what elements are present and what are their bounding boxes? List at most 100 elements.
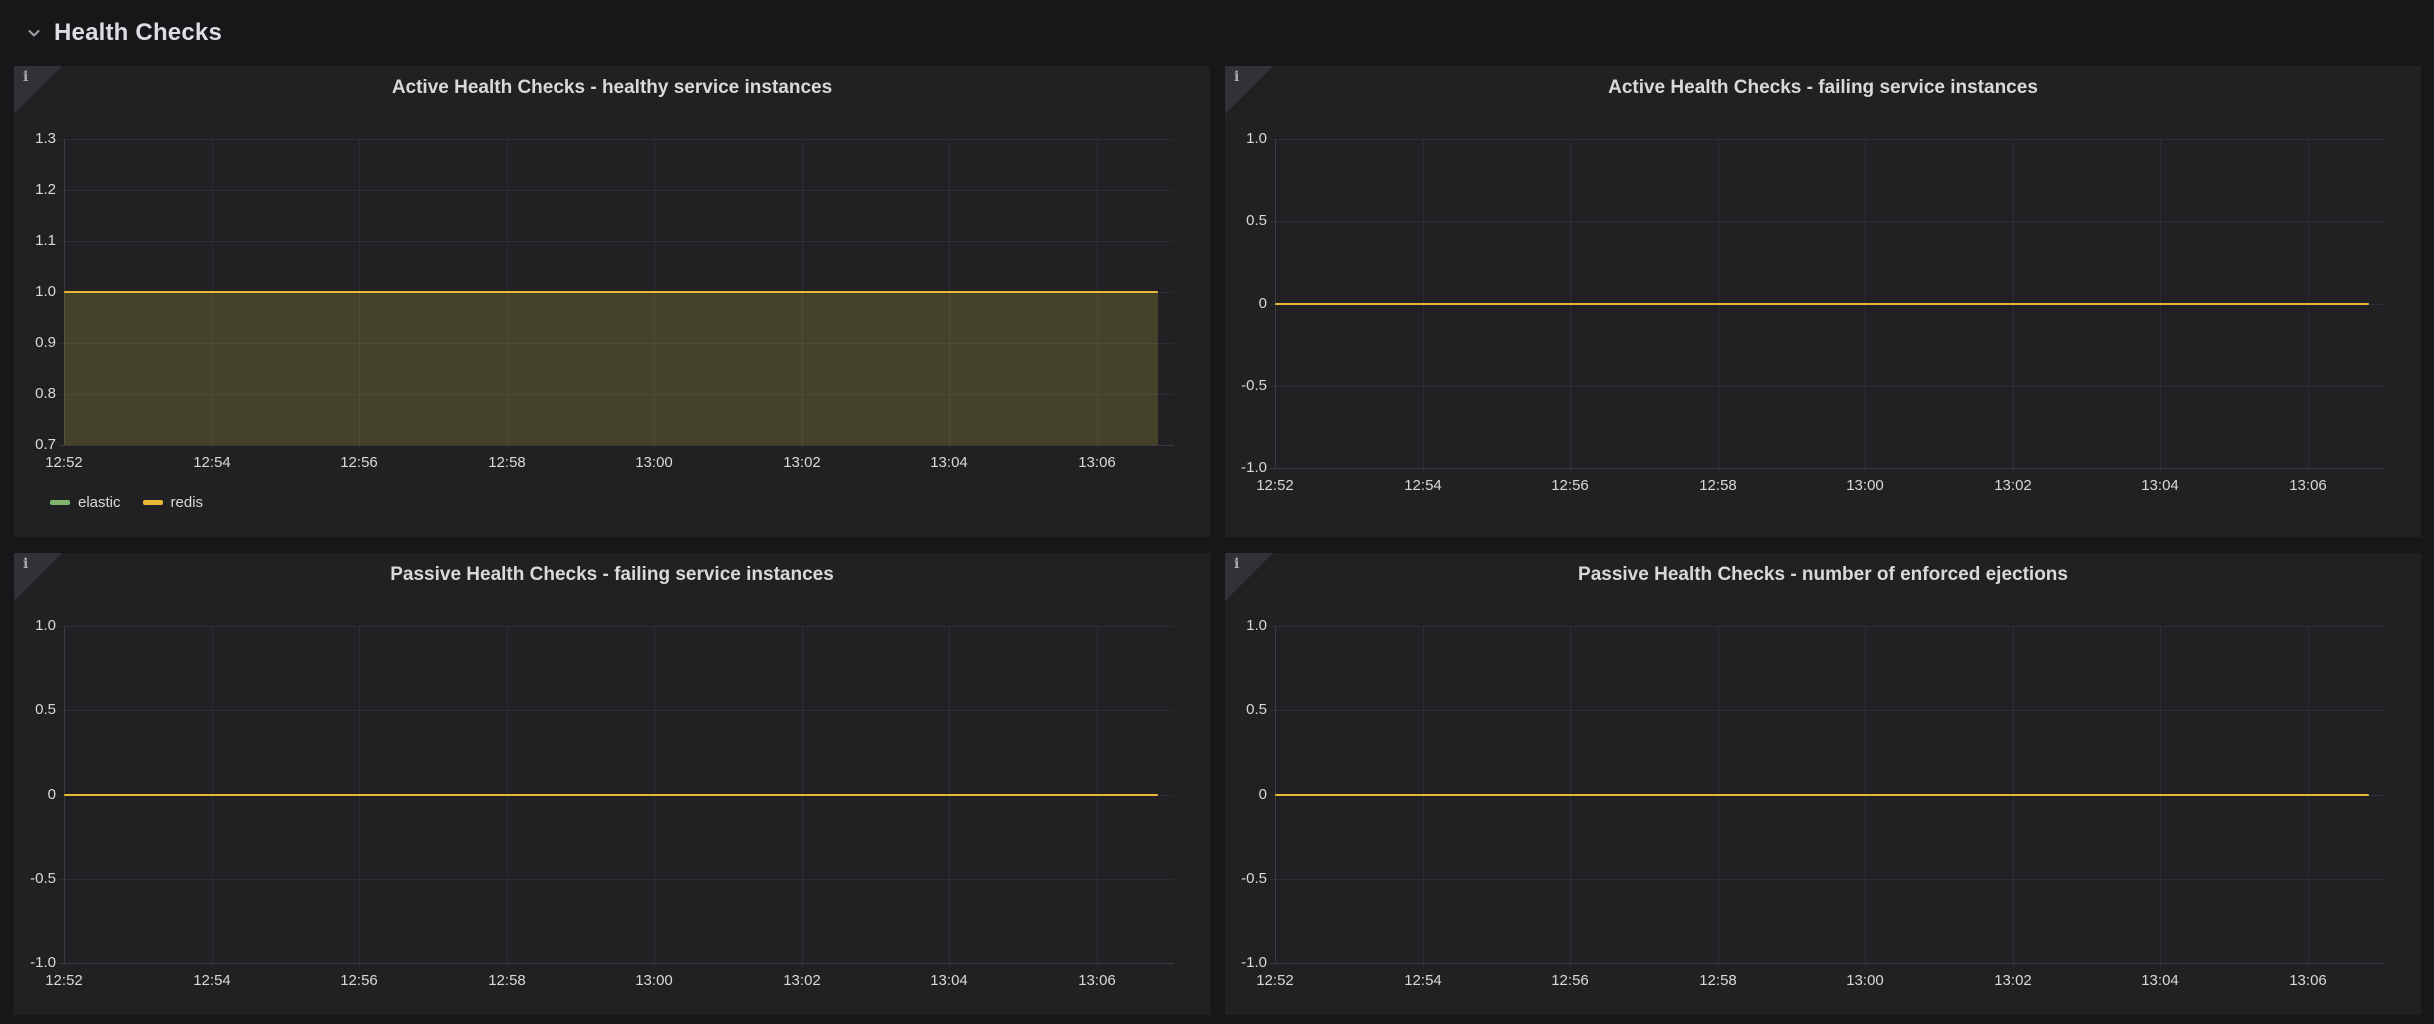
gridline xyxy=(1570,139,1571,472)
y-tick-label: -1.0 xyxy=(1225,955,1267,971)
y-tick-label: 1.0 xyxy=(1225,618,1267,634)
gridline xyxy=(1270,221,2385,222)
x-tick-label: 12:58 xyxy=(1688,972,1748,989)
gridline xyxy=(59,710,1174,711)
series-line-redis xyxy=(64,291,1158,293)
info-icon: i xyxy=(23,556,28,572)
y-tick-label: 0.5 xyxy=(14,702,56,718)
legend-label: elastic xyxy=(78,494,121,511)
axis-bottom-line xyxy=(59,963,1174,964)
y-tick-label: 0.5 xyxy=(1225,702,1267,718)
x-tick-label: 13:00 xyxy=(624,454,684,471)
gridline xyxy=(507,626,508,967)
gridline xyxy=(1570,626,1571,967)
series-line xyxy=(1275,794,2369,796)
x-tick-label: 12:52 xyxy=(34,454,94,471)
gridline xyxy=(802,626,803,967)
gridline xyxy=(2160,139,2161,472)
info-icon: i xyxy=(1234,69,1239,85)
x-tick-label: 12:56 xyxy=(1540,477,1600,494)
panel-passive-ejections[interactable]: i Passive Health Checks - number of enfor… xyxy=(1225,553,2421,1015)
x-tick-label: 12:54 xyxy=(1393,972,1453,989)
x-tick-label: 13:02 xyxy=(1983,972,2043,989)
panel-title[interactable]: Active Health Checks - healthy service i… xyxy=(74,77,1150,99)
x-tick-label: 12:52 xyxy=(1245,477,1305,494)
y-tick-label: 0.7 xyxy=(14,437,56,453)
legend-swatch xyxy=(50,500,70,505)
y-tick-label: -0.5 xyxy=(14,871,56,887)
legend-label: redis xyxy=(171,494,204,511)
legend: elastic redis xyxy=(50,494,203,511)
series-line xyxy=(64,794,1158,796)
axis-bottom-line xyxy=(59,445,1174,446)
x-tick-label: 13:06 xyxy=(1067,454,1127,471)
y-tick-label: -1.0 xyxy=(14,955,56,971)
y-tick-label: 1.0 xyxy=(14,618,56,634)
gridline xyxy=(59,626,1174,627)
panel-info-corner[interactable] xyxy=(1225,553,1273,601)
gridline xyxy=(59,139,1174,140)
gridline xyxy=(1423,626,1424,967)
gridline xyxy=(59,879,1174,880)
plot-area xyxy=(1275,139,2385,468)
y-tick-label: -0.5 xyxy=(1225,871,1267,887)
x-tick-label: 13:04 xyxy=(919,454,979,471)
gridline xyxy=(1865,139,1866,472)
gridline xyxy=(212,626,213,967)
gridline xyxy=(59,190,1174,191)
x-tick-label: 13:00 xyxy=(1835,972,1895,989)
x-tick-label: 13:02 xyxy=(772,972,832,989)
x-tick-label: 12:56 xyxy=(329,972,389,989)
dashboard-row-header[interactable]: Health Checks xyxy=(0,0,2434,66)
panel-title[interactable]: Passive Health Checks - failing service … xyxy=(74,564,1150,586)
gridline xyxy=(359,626,360,967)
chevron-down-icon[interactable] xyxy=(26,25,42,41)
plot-area xyxy=(64,626,1174,963)
panel-info-corner[interactable] xyxy=(14,66,62,114)
panel-title[interactable]: Active Health Checks - failing service i… xyxy=(1285,77,2361,99)
y-tick-label: 0 xyxy=(1225,787,1267,803)
info-icon: i xyxy=(1234,556,1239,572)
panel-active-healthy[interactable]: i Active Health Checks - healthy service … xyxy=(14,66,1210,537)
y-tick-label: 1.3 xyxy=(14,131,56,147)
x-tick-label: 13:06 xyxy=(2278,972,2338,989)
y-tick-label: -1.0 xyxy=(1225,460,1267,476)
x-tick-label: 13:00 xyxy=(624,972,684,989)
gridline xyxy=(2013,139,2014,472)
x-tick-label: 12:56 xyxy=(1540,972,1600,989)
x-tick-label: 12:54 xyxy=(182,972,242,989)
row-title[interactable]: Health Checks xyxy=(54,19,222,47)
series-line xyxy=(1275,303,2369,305)
x-tick-label: 13:02 xyxy=(772,454,832,471)
x-tick-label: 13:04 xyxy=(2130,477,2190,494)
gridline xyxy=(1718,139,1719,472)
legend-item-elastic[interactable]: elastic xyxy=(50,494,121,511)
panel-info-corner[interactable] xyxy=(14,553,62,601)
legend-item-redis[interactable]: redis xyxy=(143,494,204,511)
gridline xyxy=(1270,386,2385,387)
axis-bottom-line xyxy=(1270,468,2385,469)
plot-area xyxy=(1275,626,2385,963)
x-tick-label: 12:56 xyxy=(329,454,389,471)
panel-active-failing[interactable]: i Active Health Checks - failing service … xyxy=(1225,66,2421,537)
axis-bottom-line xyxy=(1270,963,2385,964)
x-tick-label: 12:54 xyxy=(1393,477,1453,494)
legend-swatch xyxy=(143,500,163,505)
gridline xyxy=(2160,626,2161,967)
gridline xyxy=(1270,626,2385,627)
info-icon: i xyxy=(23,69,28,85)
gridline xyxy=(2308,139,2309,472)
panel-passive-failing[interactable]: i Passive Health Checks - failing service… xyxy=(14,553,1210,1015)
series-fill-redis xyxy=(64,292,1158,445)
y-tick-label: 0.9 xyxy=(14,335,56,351)
gridline xyxy=(1270,139,2385,140)
panel-title[interactable]: Passive Health Checks - number of enforc… xyxy=(1285,564,2361,586)
gridline xyxy=(1270,710,2385,711)
x-tick-label: 13:06 xyxy=(1067,972,1127,989)
y-tick-label: 1.1 xyxy=(14,233,56,249)
x-tick-label: 12:54 xyxy=(182,454,242,471)
x-tick-label: 12:52 xyxy=(1245,972,1305,989)
gridline xyxy=(1270,879,2385,880)
panel-info-corner[interactable] xyxy=(1225,66,1273,114)
x-tick-label: 13:04 xyxy=(2130,972,2190,989)
